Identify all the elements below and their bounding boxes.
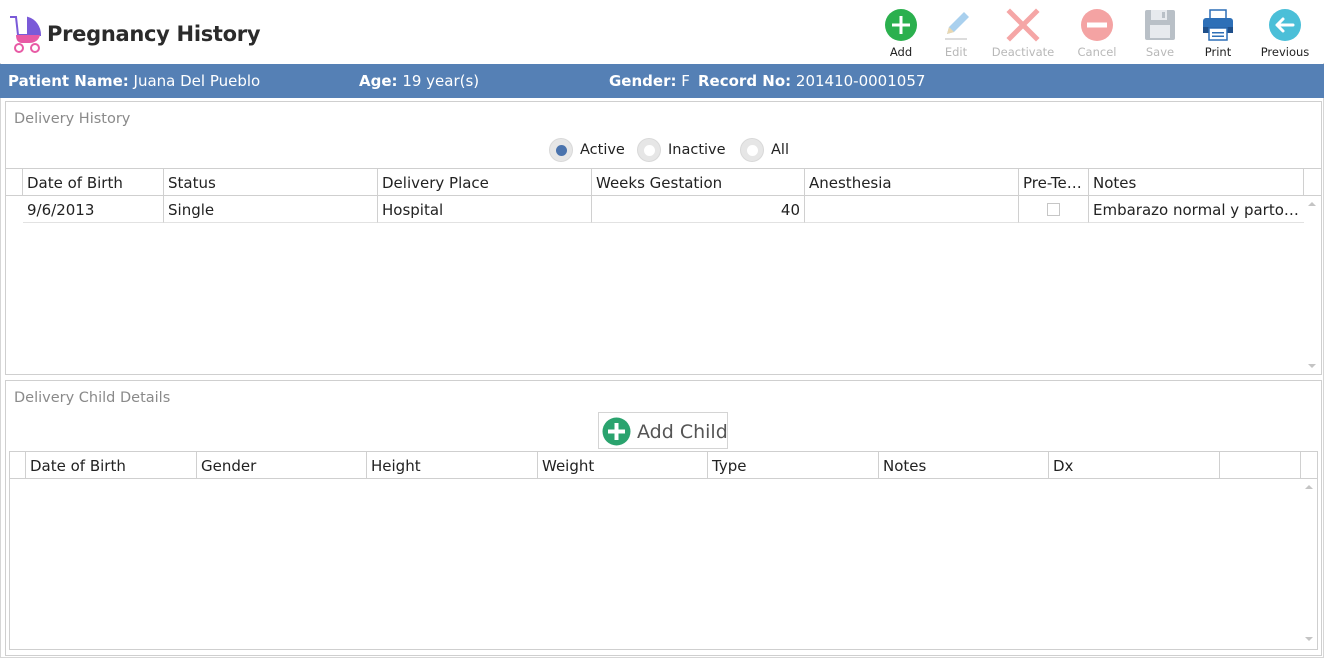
baby-stroller-icon bbox=[10, 16, 42, 53]
previous-button[interactable]: Previous bbox=[1258, 6, 1312, 60]
delivery-history-scrollbar[interactable] bbox=[1305, 196, 1319, 374]
row-indicator-header bbox=[6, 169, 23, 196]
patient-info-bar: Patient Name: Juana Del Pueblo Age: 19 y… bbox=[0, 64, 1324, 98]
radio-all-circle bbox=[740, 138, 764, 162]
minus-circle-icon bbox=[1081, 9, 1113, 41]
pre-term-checkbox[interactable] bbox=[1047, 203, 1060, 216]
scroll-up-arrow-icon[interactable] bbox=[1308, 202, 1316, 206]
plus-circle-icon bbox=[885, 9, 917, 41]
col-child-height[interactable]: Height bbox=[367, 452, 538, 479]
add-child-button[interactable]: Add Child bbox=[598, 412, 728, 449]
edit-button[interactable]: Edit bbox=[935, 6, 977, 60]
radio-inactive-label: Inactive bbox=[668, 142, 726, 158]
child-details-grid: Date of Birth Gender Height Weight Type … bbox=[9, 451, 1318, 650]
cell-weeks-gestation: 40 bbox=[592, 196, 805, 223]
col-child-notes[interactable]: Notes bbox=[879, 452, 1049, 479]
col-weeks-gestation[interactable]: Weeks Gestation bbox=[592, 169, 805, 196]
cancel-button[interactable]: Cancel bbox=[1074, 6, 1120, 60]
record-value: 201410-0001057 bbox=[795, 72, 926, 90]
col-child-type[interactable]: Type bbox=[708, 452, 879, 479]
radio-active-label: Active bbox=[580, 142, 625, 158]
col-anesthesia[interactable]: Anesthesia bbox=[805, 169, 1019, 196]
print-button-label: Print bbox=[1204, 45, 1232, 59]
add-button[interactable]: Add bbox=[879, 6, 923, 60]
edit-button-label: Edit bbox=[944, 45, 968, 59]
cell-anesthesia bbox=[805, 196, 1019, 223]
cell-date-of-birth: 9/6/2013 bbox=[23, 196, 164, 223]
add-child-label: Add Child bbox=[637, 421, 728, 443]
delivery-history-grid: Date of Birth Status Delivery Place Week… bbox=[6, 168, 1321, 374]
arrow-left-circle-icon bbox=[1269, 9, 1301, 41]
pencil-icon bbox=[945, 12, 969, 40]
delivery-history-header-row: Date of Birth Status Delivery Place Week… bbox=[6, 169, 1321, 196]
col-child-dx[interactable]: Dx bbox=[1049, 452, 1220, 479]
header: Pregnancy History Add Edit Deactivate Ca… bbox=[0, 0, 1324, 63]
cell-delivery-place: Hospital bbox=[378, 196, 592, 223]
previous-button-label: Previous bbox=[1260, 45, 1310, 59]
col-notes[interactable]: Notes bbox=[1089, 169, 1304, 196]
gender-label: Gender: bbox=[609, 72, 677, 90]
header-filler bbox=[1301, 452, 1317, 479]
child-details-scrollbar[interactable] bbox=[1302, 479, 1316, 649]
col-pre-term[interactable]: Pre-Ter... bbox=[1019, 169, 1089, 196]
x-mark-icon bbox=[1006, 8, 1040, 42]
age-label: Age: bbox=[359, 72, 398, 90]
radio-all-label: All bbox=[771, 142, 789, 158]
print-button[interactable]: Print bbox=[1196, 6, 1240, 60]
child-details-header-row: Date of Birth Gender Height Weight Type … bbox=[10, 452, 1317, 479]
gender-value: F bbox=[681, 72, 690, 90]
child-details-title: Delivery Child Details bbox=[14, 390, 171, 406]
delivery-history-title: Delivery History bbox=[14, 111, 131, 127]
deactivate-button[interactable]: Deactivate bbox=[990, 6, 1056, 60]
col-date-of-birth[interactable]: Date of Birth bbox=[23, 169, 164, 196]
printer-icon bbox=[1203, 9, 1233, 41]
table-row[interactable]: 9/6/2013 Single Hospital 40 Embarazo nor… bbox=[6, 196, 1304, 223]
cell-pre-term bbox=[1019, 196, 1089, 223]
add-button-label: Add bbox=[889, 45, 913, 59]
page-title: Pregnancy History bbox=[47, 22, 261, 46]
save-button-label: Save bbox=[1145, 45, 1175, 59]
cell-status: Single bbox=[164, 196, 378, 223]
deactivate-button-label: Deactivate bbox=[991, 45, 1055, 59]
row-indicator-header bbox=[10, 452, 26, 479]
plus-circle-icon bbox=[602, 417, 631, 446]
patient-name-label: Patient Name: bbox=[8, 72, 129, 90]
col-child-weight[interactable]: Weight bbox=[538, 452, 708, 479]
col-child-date-of-birth[interactable]: Date of Birth bbox=[26, 452, 197, 479]
col-delivery-place[interactable]: Delivery Place bbox=[378, 169, 592, 196]
cancel-button-label: Cancel bbox=[1077, 45, 1117, 59]
radio-active-circle bbox=[549, 138, 573, 162]
patient-name-value: Juana Del Pueblo bbox=[133, 72, 261, 90]
age-value: 19 year(s) bbox=[402, 72, 480, 90]
record-label: Record No: bbox=[698, 72, 792, 90]
col-child-gender[interactable]: Gender bbox=[197, 452, 367, 479]
radio-inactive-circle bbox=[637, 138, 661, 162]
cell-notes: Embarazo normal y parto sin complicacion… bbox=[1089, 196, 1304, 223]
scroll-up-arrow-icon[interactable] bbox=[1305, 485, 1313, 489]
scroll-down-arrow-icon[interactable] bbox=[1308, 364, 1316, 368]
col-status[interactable]: Status bbox=[164, 169, 378, 196]
header-filler bbox=[1304, 169, 1321, 196]
save-button[interactable]: Save bbox=[1138, 6, 1182, 60]
floppy-disk-icon bbox=[1145, 10, 1175, 40]
scroll-down-arrow-icon[interactable] bbox=[1305, 637, 1313, 641]
col-child-actions bbox=[1220, 452, 1301, 479]
